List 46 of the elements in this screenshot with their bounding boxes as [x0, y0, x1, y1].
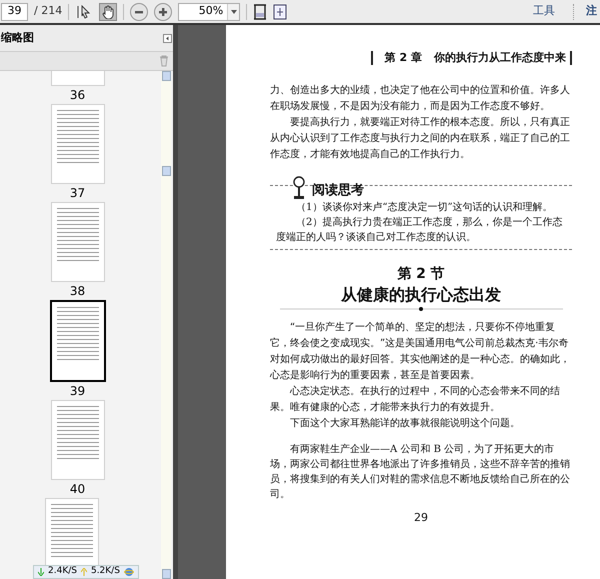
globe-icon [124, 567, 134, 577]
page-number-label: 39 [70, 383, 86, 400]
chapter-title: 你的执行力从工作态度中来 [434, 50, 566, 66]
page-number-label: 36 [70, 87, 86, 104]
caret-icon [230, 10, 237, 14]
collapse-icon[interactable] [163, 34, 172, 42]
scrollbar[interactable] [161, 71, 171, 579]
scroll-down-button[interactable] [162, 569, 170, 579]
question-item: （2）提高执行力贵在端正工作态度，那么，你是一个工作态度端正的人吗？谈谈自己对工作态度的认识。 [275, 216, 564, 245]
zoom-out-button[interactable] [130, 2, 148, 20]
download-speed: 2.4K/S [48, 565, 77, 578]
comment-menu[interactable]: 注 [586, 3, 600, 20]
body-paragraph: 要提高执行力，就要端正对待工作的根本态度。所以，只有真正从内心认识到了工作态度与执行力之间的内在联系，端正了自己的工作态度，才能有效地提高自己的工作执行力。 [270, 116, 571, 162]
body-paragraph: 下面这个大家耳熟能详的故事就很能说明这个问题。 [289, 416, 521, 431]
tools-menu[interactable]: 工具 [533, 3, 555, 20]
body-paragraph: 心态决定状态。在执行的过程中，不同的心态会带来不同的结果。唯有健康的心态，才能带来执行力的有效提升。 [270, 384, 561, 415]
chapter-label: 第 2 章 [384, 50, 422, 66]
body-paragraph: “一旦你产生了一个简单的、坚定的想法，只要你不停地重复它，终会使之变成现实。”这是美国通用电气公司前总裁杰克·韦尔奇对如何成功做出的最好回答。其实他阐述的是一种心态。的确如此，心态是影响行为的重要因素，甚至是首要因素。 [270, 320, 571, 383]
page-number-label: 37 [70, 185, 86, 202]
fit-page-icon[interactable] [253, 4, 268, 20]
page-number-label: 40 [70, 481, 86, 498]
page-thumbnail[interactable] [50, 300, 106, 382]
lamp-figure-icon [292, 176, 306, 200]
question-item: （1）谈谈你对来卢“态度决定一切”这句话的认识和理解。 [295, 200, 554, 215]
body-paragraph: 力、创造出多大的业绩，也决定了他在公司中的位置和价值。许多人在职场发展慢，不是因为没有能力，而是因为工作态度不够好。 [270, 84, 571, 114]
page-number: 29 [414, 510, 428, 526]
reading-box-title: 阅读思考 [312, 182, 364, 200]
trash-icon[interactable] [159, 55, 169, 67]
plus-icon [158, 6, 168, 16]
upload-arrow-icon [80, 568, 87, 576]
page-total: / 214 [34, 3, 62, 20]
cursor-icon [77, 4, 92, 18]
zoom-in-button[interactable] [154, 2, 172, 20]
download-arrow-icon [38, 568, 44, 576]
panel-title: 缩略图 [1, 30, 34, 46]
hand-tool-button[interactable] [99, 2, 118, 20]
section-number: 第 2 节 [397, 265, 445, 284]
story-paragraph: 有两家鞋生产企业——A 公司和 B 公司，为了开拓更大的市场，两家公司都往世界各地派出了许多推销员，这些不辞辛苦的推销员，将搜集到的有关人们对鞋的需求信息不断地反馈给自己所在的公司。 [270, 442, 571, 502]
page-number-field[interactable]: 39 [1, 2, 28, 20]
upload-speed: 5.2K/S [90, 565, 120, 578]
section-title: 从健康的执行心态出发 [341, 284, 501, 306]
scroll-thumb[interactable] [162, 166, 170, 176]
hand-icon [102, 4, 115, 18]
zoom-field[interactable]: 50% [178, 2, 240, 20]
scroll-up-button[interactable] [162, 71, 170, 81]
page-number-label: 38 [70, 283, 86, 300]
